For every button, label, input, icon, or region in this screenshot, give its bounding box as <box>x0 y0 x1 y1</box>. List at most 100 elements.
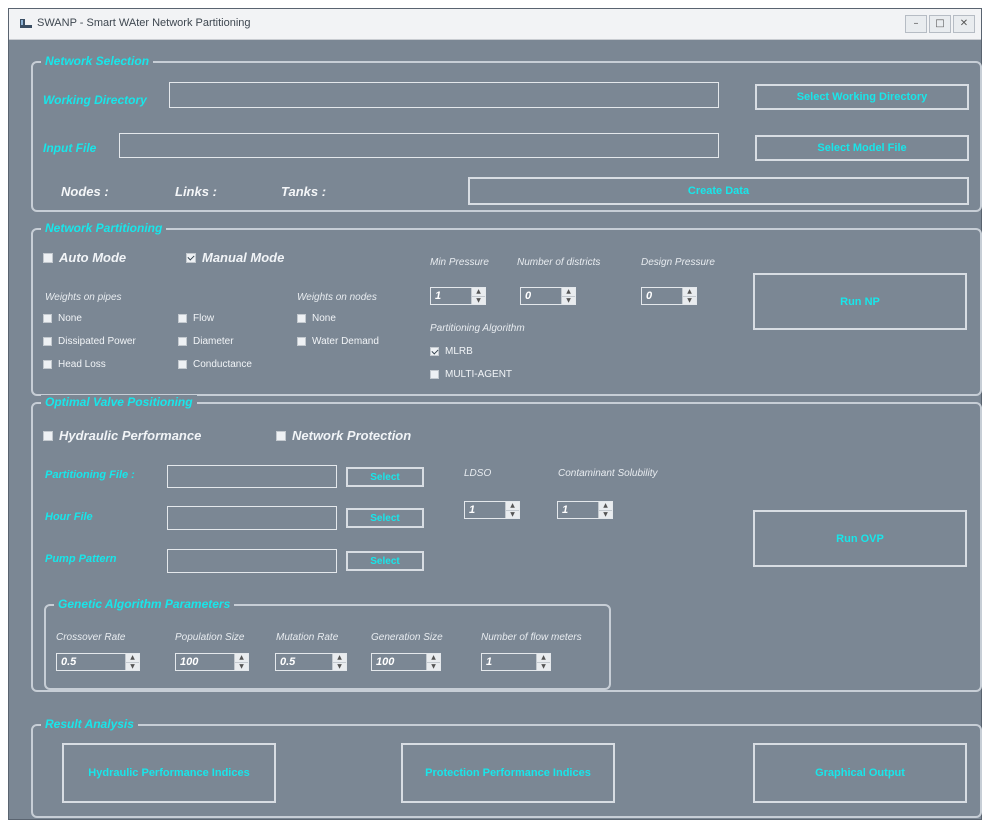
hydraulic-performance-indices-button[interactable]: Hydraulic Performance Indices <box>62 743 276 803</box>
algorithm-multi-agent-checkbox[interactable]: MULTI-AGENT <box>430 369 512 380</box>
down-arrow-icon[interactable]: ▼ <box>235 662 248 671</box>
select-model-file-button[interactable]: Select Model File <box>755 135 969 161</box>
pipe-weight-conductance-checkbox[interactable]: Conductance <box>178 359 252 370</box>
network-protection-checkbox[interactable]: Network Protection <box>276 428 411 443</box>
spinner-arrows[interactable]: ▲ ▼ <box>682 288 696 304</box>
partitioning-file-field[interactable] <box>167 465 337 488</box>
up-arrow-icon[interactable]: ▲ <box>333 654 346 662</box>
working-directory-field[interactable] <box>169 82 719 108</box>
spinner-arrows[interactable]: ▲ ▼ <box>471 288 485 304</box>
spinner-value[interactable]: 1 <box>465 502 505 518</box>
select-pump-pattern-button[interactable]: Select <box>346 551 424 571</box>
contaminant-solubility-spinner[interactable]: 1 ▲ ▼ <box>557 501 613 519</box>
up-arrow-icon[interactable]: ▲ <box>506 502 519 510</box>
up-arrow-icon[interactable]: ▲ <box>599 502 612 510</box>
spinner-value[interactable]: 0 <box>521 288 561 304</box>
down-arrow-icon[interactable]: ▼ <box>506 510 519 519</box>
down-arrow-icon[interactable]: ▼ <box>126 662 139 671</box>
up-arrow-icon[interactable]: ▲ <box>235 654 248 662</box>
close-icon[interactable]: ✕ <box>953 15 975 33</box>
spinner-value[interactable]: 1 <box>431 288 471 304</box>
select-hour-file-button[interactable]: Select <box>346 508 424 528</box>
spinner-value[interactable]: 0.5 <box>57 654 125 670</box>
pipe-weight-label: Conductance <box>193 359 252 370</box>
pipe-weight-flow-checkbox[interactable]: Flow <box>178 313 214 324</box>
valve-positioning-group: Optimal Valve Positioning Hydraulic Perf… <box>31 395 982 692</box>
up-arrow-icon[interactable]: ▲ <box>562 288 575 296</box>
ldso-spinner[interactable]: 1 ▲ ▼ <box>464 501 520 519</box>
checkbox-box[interactable] <box>43 314 52 323</box>
mutation-rate-label: Mutation Rate <box>276 632 339 643</box>
min-pressure-spinner[interactable]: 1 ▲ ▼ <box>430 287 486 305</box>
crossover-rate-spinner[interactable]: 0.5 ▲ ▼ <box>56 653 140 671</box>
node-weight-water-demand-checkbox[interactable]: Water Demand <box>297 336 379 347</box>
manual-mode-checkbox[interactable]: Manual Mode <box>186 250 284 265</box>
down-arrow-icon[interactable]: ▼ <box>562 296 575 305</box>
checkbox-box[interactable] <box>43 430 53 441</box>
down-arrow-icon[interactable]: ▼ <box>683 296 696 305</box>
up-arrow-icon[interactable]: ▲ <box>126 654 139 662</box>
algorithm-mlrb-checkbox[interactable]: MLRB <box>430 346 473 357</box>
spinner-value[interactable]: 0 <box>642 288 682 304</box>
checkbox-box[interactable] <box>43 337 52 346</box>
up-arrow-icon[interactable]: ▲ <box>427 654 440 662</box>
population-size-spinner[interactable]: 100 ▲ ▼ <box>175 653 249 671</box>
pipe-weight-dissipated-power-checkbox[interactable]: Dissipated Power <box>43 336 136 347</box>
spinner-value[interactable]: 100 <box>176 654 234 670</box>
spinner-value[interactable]: 0.5 <box>276 654 332 670</box>
minimize-icon[interactable]: – <box>905 15 927 33</box>
spinner-value[interactable]: 1 <box>482 654 536 670</box>
hour-file-field[interactable] <box>167 506 337 530</box>
checkbox-box[interactable] <box>178 360 187 369</box>
auto-mode-checkbox-box[interactable] <box>43 252 53 263</box>
auto-mode-checkbox[interactable]: Auto Mode <box>43 250 126 265</box>
spinner-arrows[interactable]: ▲ ▼ <box>426 654 440 670</box>
down-arrow-icon[interactable]: ▼ <box>472 296 485 305</box>
checkbox-box[interactable] <box>43 360 52 369</box>
run-np-button[interactable]: Run NP <box>753 273 967 330</box>
down-arrow-icon[interactable]: ▼ <box>537 662 550 671</box>
pump-pattern-field[interactable] <box>167 549 337 573</box>
up-arrow-icon[interactable]: ▲ <box>472 288 485 296</box>
spinner-arrows[interactable]: ▲ ▼ <box>234 654 248 670</box>
graphical-output-button[interactable]: Graphical Output <box>753 743 967 803</box>
spinner-arrows[interactable]: ▲ ▼ <box>561 288 575 304</box>
up-arrow-icon[interactable]: ▲ <box>537 654 550 662</box>
number-of-districts-spinner[interactable]: 0 ▲ ▼ <box>520 287 576 305</box>
node-weight-none-checkbox[interactable]: None <box>297 313 336 324</box>
up-arrow-icon[interactable]: ▲ <box>683 288 696 296</box>
checkbox-box[interactable] <box>276 430 286 441</box>
pipe-weight-none-checkbox[interactable]: None <box>43 313 82 324</box>
checkbox-box[interactable] <box>297 314 306 323</box>
spinner-value[interactable]: 1 <box>558 502 598 518</box>
pipe-weight-diameter-checkbox[interactable]: Diameter <box>178 336 234 347</box>
checkbox-box[interactable] <box>430 347 439 356</box>
hydraulic-performance-checkbox[interactable]: Hydraulic Performance <box>43 428 201 443</box>
spinner-value[interactable]: 100 <box>372 654 426 670</box>
spinner-arrows[interactable]: ▲ ▼ <box>125 654 139 670</box>
manual-mode-checkbox-box[interactable] <box>186 252 196 263</box>
down-arrow-icon[interactable]: ▼ <box>599 510 612 519</box>
spinner-arrows[interactable]: ▲ ▼ <box>536 654 550 670</box>
select-partitioning-file-button[interactable]: Select <box>346 467 424 487</box>
pipe-weight-head-loss-checkbox[interactable]: Head Loss <box>43 359 106 370</box>
checkbox-box[interactable] <box>178 314 187 323</box>
mutation-rate-spinner[interactable]: 0.5 ▲ ▼ <box>275 653 347 671</box>
design-pressure-spinner[interactable]: 0 ▲ ▼ <box>641 287 697 305</box>
number-of-flow-meters-spinner[interactable]: 1 ▲ ▼ <box>481 653 551 671</box>
spinner-arrows[interactable]: ▲ ▼ <box>598 502 612 518</box>
input-file-field[interactable] <box>119 133 719 158</box>
down-arrow-icon[interactable]: ▼ <box>427 662 440 671</box>
checkbox-box[interactable] <box>178 337 187 346</box>
maximize-icon[interactable]: □ <box>929 15 951 33</box>
run-ovp-button[interactable]: Run OVP <box>753 510 967 567</box>
create-data-button[interactable]: Create Data <box>468 177 969 205</box>
spinner-arrows[interactable]: ▲ ▼ <box>505 502 519 518</box>
down-arrow-icon[interactable]: ▼ <box>333 662 346 671</box>
select-working-directory-button[interactable]: Select Working Directory <box>755 84 969 110</box>
protection-performance-indices-button[interactable]: Protection Performance Indices <box>401 743 615 803</box>
spinner-arrows[interactable]: ▲ ▼ <box>332 654 346 670</box>
checkbox-box[interactable] <box>430 370 439 379</box>
checkbox-box[interactable] <box>297 337 306 346</box>
generation-size-spinner[interactable]: 100 ▲ ▼ <box>371 653 441 671</box>
